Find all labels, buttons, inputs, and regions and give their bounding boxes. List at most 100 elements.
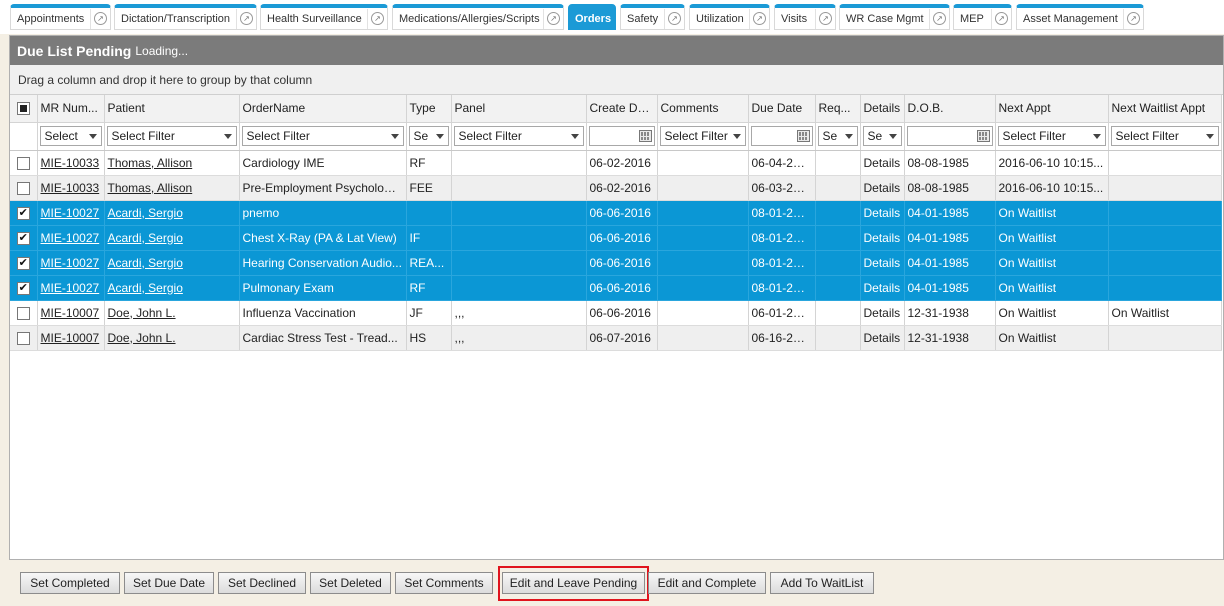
popout-icon[interactable]: ↗ (236, 8, 256, 29)
table-row[interactable]: MIE-10007 Doe, John L. Influenza Vaccina… (10, 300, 1222, 326)
comments-filter[interactable]: Select Filter (659, 126, 746, 146)
tab-asset-management[interactable]: Asset Management ↗ (1016, 4, 1144, 30)
row-checkbox[interactable] (16, 331, 30, 345)
column-header-order-name[interactable]: OrderName (239, 95, 407, 123)
details-link[interactable]: Details (860, 250, 905, 276)
mr-number-link[interactable]: MIE-10027 (41, 206, 100, 220)
patient-link[interactable]: Doe, John L. (108, 306, 176, 320)
calendar-icon[interactable] (976, 130, 990, 142)
create-date-filter[interactable] (588, 126, 655, 146)
details-link[interactable]: Details (860, 325, 905, 351)
column-header-create-date[interactable]: Create Date (586, 95, 658, 123)
tab-wr-case-mgmt[interactable]: WR Case Mgmt ↗ (839, 4, 950, 30)
table-row[interactable]: ✔ MIE-10027 Acardi, Sergio pnemo 06-06-2… (10, 200, 1222, 226)
table-row[interactable]: MIE-10033 Thomas, Allison Pre-Employment… (10, 175, 1222, 201)
select-all-header[interactable] (10, 95, 38, 123)
mr-number-link[interactable]: MIE-10027 (41, 281, 100, 295)
patient-link[interactable]: Thomas, Allison (108, 181, 193, 195)
next-waitlist-filter[interactable]: Select Filter (1110, 126, 1219, 146)
column-header-required[interactable]: Req... (815, 95, 861, 123)
set-comments-button[interactable]: Set Comments (395, 572, 493, 594)
tab-appointments[interactable]: Appointments ↗ (10, 4, 111, 30)
table-row[interactable]: ✔ MIE-10027 Acardi, Sergio Pulmonary Exa… (10, 275, 1222, 301)
edit-and-leave-pending-button[interactable]: Edit and Leave Pending (502, 572, 645, 594)
row-checkbox[interactable] (16, 156, 30, 170)
row-checkbox-checked[interactable]: ✔ (16, 281, 30, 295)
row-checkbox[interactable] (16, 181, 30, 195)
popout-icon[interactable]: ↗ (1123, 8, 1143, 29)
panel-filter[interactable]: Select Filter (453, 126, 584, 146)
details-link[interactable]: Details (860, 175, 905, 201)
type-filter[interactable]: Se (408, 126, 449, 146)
row-checkbox-checked[interactable]: ✔ (16, 256, 30, 270)
details-link[interactable]: Details (860, 300, 905, 326)
patient-link[interactable]: Acardi, Sergio (108, 231, 183, 245)
column-header-details[interactable]: Details (860, 95, 905, 123)
tab-mep[interactable]: MEP ↗ (953, 4, 1012, 30)
required-filter[interactable]: Se (817, 126, 858, 146)
tab-health-surveillance[interactable]: Health Surveillance ↗ (260, 4, 388, 30)
popout-icon[interactable]: ↗ (90, 8, 110, 29)
next-appt-filter[interactable]: Select Filter (997, 126, 1106, 146)
details-filter[interactable]: Se (862, 126, 902, 146)
column-header-next-waitlist-appt[interactable]: Next Waitlist Appt (1108, 95, 1222, 123)
column-header-type[interactable]: Type (406, 95, 452, 123)
tab-visits[interactable]: Visits ↗ (774, 4, 836, 30)
group-by-drop-zone[interactable]: Drag a column and drop it here to group … (10, 65, 1223, 95)
column-header-comments[interactable]: Comments (657, 95, 749, 123)
dob-filter[interactable] (906, 126, 993, 146)
edit-and-complete-button[interactable]: Edit and Complete (648, 572, 766, 594)
mr-number-filter[interactable]: Select (39, 126, 102, 146)
popout-icon[interactable]: ↗ (664, 8, 684, 29)
patient-link[interactable]: Acardi, Sergio (108, 206, 183, 220)
popout-icon[interactable]: ↗ (929, 8, 949, 29)
set-declined-button[interactable]: Set Declined (218, 572, 306, 594)
column-header-panel[interactable]: Panel (451, 95, 587, 123)
mr-number-link[interactable]: MIE-10027 (41, 256, 100, 270)
row-checkbox-checked[interactable]: ✔ (16, 231, 30, 245)
column-header-dob[interactable]: D.O.B. (904, 95, 996, 123)
details-link[interactable]: Details (860, 200, 905, 226)
select-all-checkbox[interactable] (16, 102, 30, 116)
popout-icon[interactable]: ↗ (991, 8, 1011, 29)
popout-icon[interactable]: ↗ (815, 8, 835, 29)
patient-link[interactable]: Doe, John L. (108, 331, 176, 345)
popout-icon[interactable]: ↗ (543, 8, 563, 29)
column-header-mr-number[interactable]: MR Num... (37, 95, 105, 123)
details-link[interactable]: Details (860, 275, 905, 301)
set-due-date-button[interactable]: Set Due Date (124, 572, 214, 594)
popout-icon[interactable]: ↗ (367, 8, 387, 29)
patient-link[interactable]: Acardi, Sergio (108, 281, 183, 295)
tab-dictation-transcription[interactable]: Dictation/Transcription ↗ (114, 4, 257, 30)
column-header-next-appt[interactable]: Next Appt (995, 95, 1109, 123)
column-header-due-date[interactable]: Due Date (748, 95, 816, 123)
table-row[interactable]: MIE-10007 Doe, John L. Cardiac Stress Te… (10, 325, 1222, 351)
add-to-waitlist-button[interactable]: Add To WaitList (770, 572, 874, 594)
calendar-icon[interactable] (638, 130, 652, 142)
mr-number-link[interactable]: MIE-10033 (41, 181, 100, 195)
set-deleted-button[interactable]: Set Deleted (310, 572, 391, 594)
table-row[interactable]: MIE-10033 Thomas, Allison Cardiology IME… (10, 150, 1222, 176)
mr-number-link[interactable]: MIE-10027 (41, 231, 100, 245)
mr-number-link[interactable]: MIE-10007 (41, 306, 100, 320)
due-date-filter[interactable] (750, 126, 813, 146)
table-row[interactable]: ✔ MIE-10027 Acardi, Sergio Hearing Conse… (10, 250, 1222, 276)
tab-safety[interactable]: Safety ↗ (620, 4, 685, 30)
set-completed-button[interactable]: Set Completed (20, 572, 120, 594)
row-checkbox-checked[interactable]: ✔ (16, 206, 30, 220)
details-link[interactable]: Details (860, 225, 905, 251)
tab-orders[interactable]: Orders (568, 4, 616, 30)
details-link[interactable]: Details (860, 150, 905, 176)
column-header-patient[interactable]: Patient (104, 95, 240, 123)
table-row[interactable]: ✔ MIE-10027 Acardi, Sergio Chest X-Ray (… (10, 225, 1222, 251)
calendar-icon[interactable] (796, 130, 810, 142)
patient-filter[interactable]: Select Filter (106, 126, 237, 146)
mr-number-link[interactable]: MIE-10033 (41, 156, 100, 170)
tab-utilization[interactable]: Utilization ↗ (689, 4, 770, 30)
patient-link[interactable]: Thomas, Allison (108, 156, 193, 170)
popout-icon[interactable]: ↗ (749, 8, 769, 29)
tab-medications-allergies-scripts[interactable]: Medications/Allergies/Scripts ↗ (392, 4, 564, 30)
row-checkbox[interactable] (16, 306, 30, 320)
patient-link[interactable]: Acardi, Sergio (108, 256, 183, 270)
mr-number-link[interactable]: MIE-10007 (41, 331, 100, 345)
